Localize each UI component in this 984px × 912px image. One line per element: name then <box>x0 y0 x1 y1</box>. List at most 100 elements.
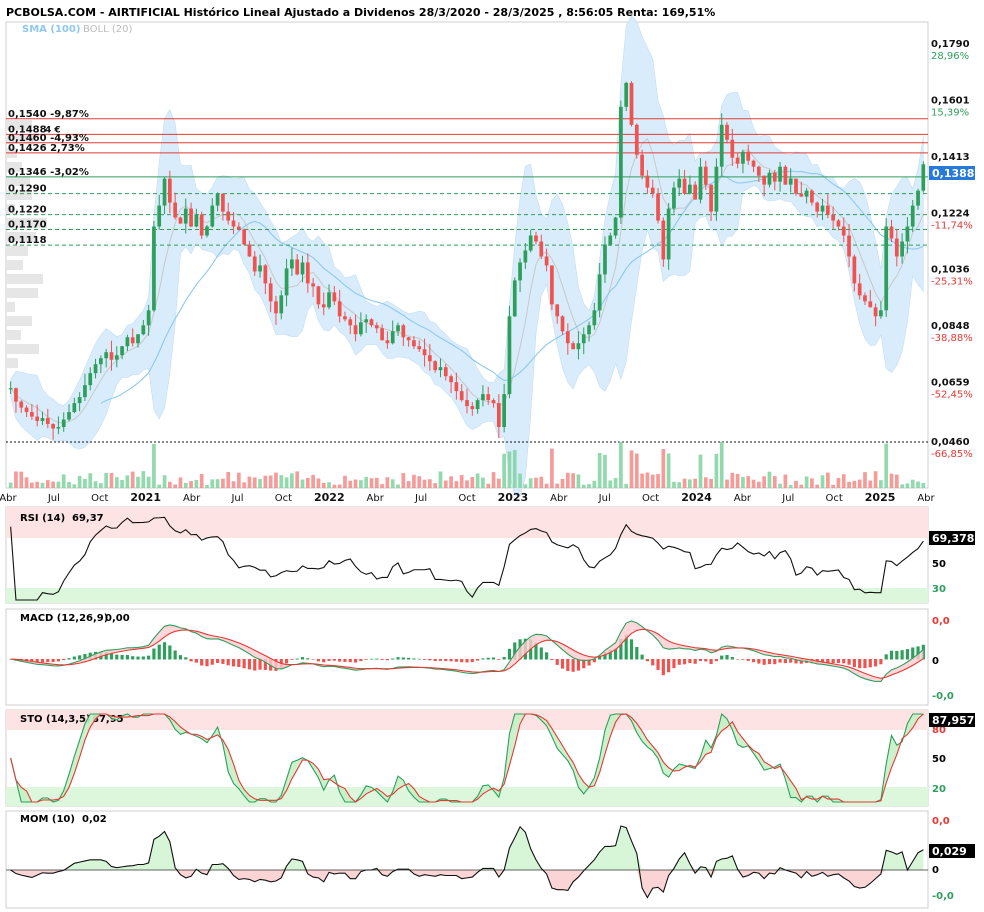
mom-title-value: 0,02 <box>82 814 107 825</box>
volume-bar <box>427 479 432 488</box>
candle-body <box>374 325 379 329</box>
candle-body <box>279 295 284 314</box>
macd-hist-bar <box>677 659 681 665</box>
volume-bar <box>157 484 162 488</box>
candle-body <box>205 226 209 236</box>
volume-bar <box>433 483 438 488</box>
candle-body <box>523 250 528 263</box>
macd-hist-bar <box>253 659 257 671</box>
volume-bar <box>470 477 475 488</box>
candle-body <box>714 166 719 212</box>
candle-body <box>284 268 289 296</box>
macd-hist-bar <box>178 655 183 660</box>
macd-hist-bar <box>460 659 464 663</box>
volume-bar <box>794 480 798 488</box>
level-label: 0,1220 <box>8 205 47 216</box>
candle-body <box>162 178 167 206</box>
macd-hist-bar <box>545 652 549 660</box>
volume-bar <box>555 483 560 488</box>
candle-body <box>380 328 384 341</box>
chart-canvas[interactable]: PCBOLSA.COM - AIRTIFICIAL Histórico Line… <box>0 0 984 912</box>
candle-body <box>459 391 464 401</box>
macd-hist-bar <box>433 659 437 662</box>
volume-bar <box>45 480 50 488</box>
volume-bar <box>629 450 634 488</box>
price-tick-label: 0,1790 <box>931 39 970 50</box>
volume-bar <box>178 477 183 488</box>
candle-body <box>130 337 135 344</box>
volume-bar <box>576 474 581 488</box>
volume-profile-bar <box>6 274 43 284</box>
macd-hist-bar <box>783 659 787 664</box>
candle-body <box>613 217 618 236</box>
volume-bar <box>608 480 613 488</box>
candle-body <box>274 301 278 314</box>
volume-bar <box>141 471 146 488</box>
candle-body <box>725 124 729 140</box>
macd-hist-bar <box>688 659 692 664</box>
volume-bar <box>661 448 666 488</box>
macd-hist-bar <box>842 659 846 664</box>
candle-body <box>666 208 671 260</box>
macd-hist-bar <box>338 659 342 662</box>
candle-body <box>433 361 438 371</box>
price-tick-label: 0,0659 <box>931 377 970 388</box>
volume-bar <box>279 475 284 488</box>
volume-bar <box>8 482 13 488</box>
candle-body <box>910 205 915 227</box>
macd-hist-bar <box>831 659 835 663</box>
candle-body <box>592 310 597 326</box>
candle-body <box>173 202 178 218</box>
x-tick-label: Jul <box>781 493 794 504</box>
price-tick-pct: -52,45% <box>931 389 973 400</box>
candle-body <box>841 226 846 236</box>
volume-bar <box>167 481 172 488</box>
volume-bar <box>650 474 655 488</box>
volume-bar <box>873 471 878 488</box>
candle-body <box>481 394 485 401</box>
macd-hist-bar <box>725 655 729 660</box>
macd-hist-bar <box>369 658 374 660</box>
macd-hist-bar <box>205 659 209 667</box>
macd-hist-bar <box>905 649 910 660</box>
candle-body <box>332 292 337 302</box>
candle-body <box>746 151 751 161</box>
volume-bar <box>868 480 873 488</box>
macd-tick-top: 0,0 <box>932 616 950 627</box>
volume-bar <box>825 472 830 488</box>
candle-body <box>528 235 533 251</box>
candle-body <box>295 259 300 275</box>
volume-bar <box>104 472 109 488</box>
candle-body <box>422 349 427 356</box>
macd-hist-bar <box>62 659 66 661</box>
legend-boll[interactable]: BOLL (20) <box>83 24 133 35</box>
volume-bar <box>359 480 363 488</box>
candle-body <box>226 211 231 221</box>
volume-bar <box>496 478 501 488</box>
candle-body <box>496 403 501 428</box>
candle-body <box>242 229 246 245</box>
volume-bar <box>61 474 66 488</box>
macd-hist-bar <box>481 658 485 660</box>
volume-bar <box>507 451 512 488</box>
candle-body <box>597 274 602 311</box>
candle-body <box>741 151 745 164</box>
candle-body <box>682 178 687 194</box>
macd-hist-bar <box>698 659 703 662</box>
macd-hist-bar <box>194 659 198 663</box>
volume-bar <box>735 473 740 488</box>
volume-bar <box>746 476 751 488</box>
volume-bar <box>67 481 71 488</box>
macd-hist-bar <box>120 655 124 660</box>
volume-bar <box>247 476 252 488</box>
volume-bar <box>316 478 321 488</box>
candle-body <box>709 184 713 212</box>
legend-sma[interactable]: SMA (100) <box>22 24 80 35</box>
candle-body <box>815 202 820 212</box>
macd-hist-bar <box>682 659 687 665</box>
x-tick-label: Abr <box>917 493 935 504</box>
candle-body <box>539 241 544 257</box>
volume-bar <box>900 484 904 488</box>
candle-body <box>178 217 183 224</box>
candle-body <box>417 346 422 350</box>
